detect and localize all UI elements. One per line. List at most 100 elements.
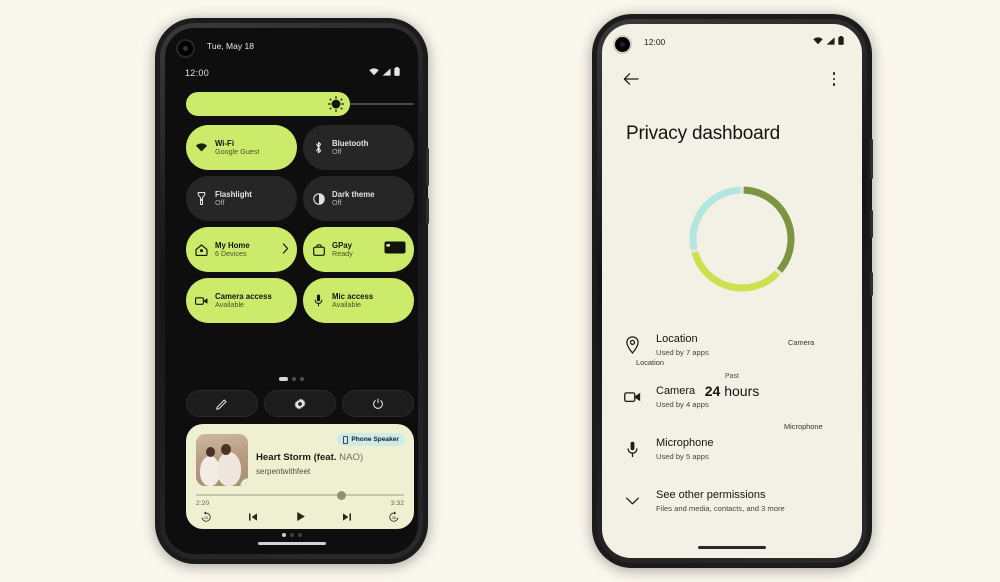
- permission-subtitle: Used by 5 apps: [656, 452, 709, 461]
- qs-tile-bluetooth[interactable]: Bluetooth Off: [303, 125, 414, 170]
- power-button-side-left[interactable]: [426, 198, 429, 224]
- qs-tile-flashlight[interactable]: Flashlight Off: [186, 176, 297, 221]
- status-time: 12:00: [644, 37, 666, 47]
- donut-segment-microphone: [691, 251, 780, 292]
- card-icon[interactable]: [384, 241, 406, 259]
- permission-subtitle: Used by 7 apps: [656, 348, 709, 357]
- media-duration: 3:32: [390, 500, 404, 507]
- power-button[interactable]: [342, 390, 414, 417]
- back-arrow-icon[interactable]: [620, 68, 642, 90]
- microphone-icon: [312, 294, 325, 307]
- power-button-side-right[interactable]: [870, 210, 873, 238]
- qs-tile-mic-access[interactable]: Mic access Available: [303, 278, 414, 323]
- qs-tile-subtitle: 6 Devices: [215, 248, 247, 258]
- permission-title: Camera: [656, 385, 696, 397]
- forward-30-button[interactable]: 30: [388, 510, 400, 528]
- phone-screen-right: 12:00 Privacy dashboard Location Camera …: [602, 24, 862, 558]
- camera-icon: [622, 391, 642, 403]
- qs-tile-subtitle: Ready: [332, 248, 353, 258]
- wifi-icon: [813, 36, 823, 44]
- permissions-list: Location Used by 7 apps Camera Used by 4 ap…: [622, 319, 844, 527]
- qs-tile-subtitle: Off: [332, 146, 342, 156]
- wifi-icon: [369, 67, 379, 75]
- bluetooth-icon: [312, 141, 325, 154]
- phone-screen-left: Tue, May 18 12:00 Wi-Fi Google Guest Blu…: [165, 28, 418, 554]
- volume-button-left[interactable]: [426, 148, 429, 186]
- microphone-icon: [622, 441, 642, 458]
- permission-row[interactable]: Location Used by 7 apps: [622, 319, 844, 371]
- skip-previous-button[interactable]: [247, 510, 259, 528]
- more-options-icon[interactable]: [825, 68, 843, 90]
- phone-device-right: 12:00 Privacy dashboard Location Camera …: [592, 14, 873, 568]
- permission-title: See other permissions: [656, 489, 766, 501]
- quick-settings-tiles: Wi-Fi Google Guest Bluetooth Off Flashlight O…: [186, 125, 414, 323]
- qs-tile-my-home[interactable]: My Home 6 Devices: [186, 227, 297, 272]
- battery-icon: [394, 67, 400, 76]
- camera-icon: [195, 296, 208, 306]
- power-icon: [373, 398, 383, 409]
- brightness-fill: [186, 92, 351, 116]
- svg-text:30: 30: [392, 516, 396, 520]
- chevron-right-icon[interactable]: [282, 241, 289, 259]
- permission-row[interactable]: See other permissions Files and media, co…: [622, 475, 844, 527]
- status-icons: [369, 67, 400, 76]
- permission-row[interactable]: Microphone Used by 5 apps: [622, 423, 844, 475]
- permission-subtitle: Used by 4 apps: [656, 400, 709, 409]
- privacy-dashboard-surface: 12:00 Privacy dashboard Location Camera …: [602, 24, 862, 558]
- privacy-usage-donut-chart: Location Camera Microphone Past 24 hours: [602, 174, 862, 431]
- edit-tiles-button[interactable]: [186, 390, 258, 417]
- location-pin-icon: [622, 336, 642, 354]
- media-player-card[interactable]: Phone Speaker Heart Storm (feat. NAO) se…: [186, 424, 414, 529]
- play-button[interactable]: [294, 510, 307, 528]
- battery-icon: [838, 36, 844, 45]
- extra-button-right[interactable]: [870, 272, 873, 296]
- quick-settings-page-dots: [165, 377, 418, 381]
- screenshot-stage: Tue, May 18 12:00 Wi-Fi Google Guest Blu…: [0, 0, 1000, 582]
- signal-icon: [382, 67, 391, 76]
- front-camera-punch-hole: [176, 39, 195, 58]
- media-artist: serpentwithfeet: [256, 467, 311, 476]
- status-date: Tue, May 18: [207, 41, 254, 51]
- donut-svg: [689, 186, 795, 292]
- brightness-icon: [328, 96, 344, 112]
- donut-segment-location: [689, 186, 741, 250]
- qs-tile-dark-theme[interactable]: Dark theme Off: [303, 176, 414, 221]
- quick-settings-surface: Tue, May 18 12:00 Wi-Fi Google Guest Blu…: [165, 28, 418, 554]
- front-camera-punch-hole: [613, 35, 632, 54]
- media-progress-knob[interactable]: [337, 490, 347, 500]
- gear-icon: [294, 398, 306, 409]
- gesture-nav-bar[interactable]: [257, 542, 326, 545]
- status-icons: [813, 36, 844, 45]
- chevron-down-icon: [622, 496, 642, 506]
- qs-tile-subtitle: Off: [332, 197, 342, 207]
- dark-theme-icon: [312, 192, 325, 205]
- wallet-icon: [312, 243, 325, 256]
- volume-button-right[interactable]: [870, 139, 873, 179]
- gesture-nav-bar[interactable]: [698, 546, 766, 549]
- quick-settings-actions: [186, 390, 414, 417]
- qs-tile-camera-access[interactable]: Camera access Available: [186, 278, 297, 323]
- wifi-icon: [195, 142, 208, 153]
- skip-next-button[interactable]: [341, 510, 353, 528]
- qs-tile-gpay[interactable]: GPay Ready: [303, 227, 414, 272]
- qs-tile-subtitle: Google Guest: [215, 146, 260, 156]
- media-title: Heart Storm (feat. NAO): [256, 452, 364, 463]
- media-progress-bar[interactable]: [196, 490, 404, 500]
- pencil-icon: [216, 398, 227, 410]
- qs-tile-wi-fi[interactable]: Wi-Fi Google Guest: [186, 125, 297, 170]
- album-art: [196, 434, 248, 486]
- media-controls: 10 30: [200, 510, 400, 528]
- settings-button[interactable]: [264, 390, 336, 417]
- permission-row[interactable]: Camera Used by 4 apps: [622, 371, 844, 423]
- brightness-slider[interactable]: [186, 92, 414, 116]
- qs-tile-subtitle: Available: [332, 299, 362, 309]
- phone-device-left: Tue, May 18 12:00 Wi-Fi Google Guest Blu…: [155, 18, 429, 564]
- youtube-music-icon: [240, 478, 248, 486]
- media-title-feature: NAO): [339, 452, 364, 463]
- replay-10-button[interactable]: 10: [200, 510, 212, 528]
- output-device-chip[interactable]: Phone Speaker: [337, 433, 405, 446]
- page-title: Privacy dashboard: [626, 123, 780, 144]
- qs-tile-subtitle: Off: [215, 197, 225, 207]
- donut-segment-camera: [743, 186, 795, 273]
- flashlight-icon: [195, 192, 208, 205]
